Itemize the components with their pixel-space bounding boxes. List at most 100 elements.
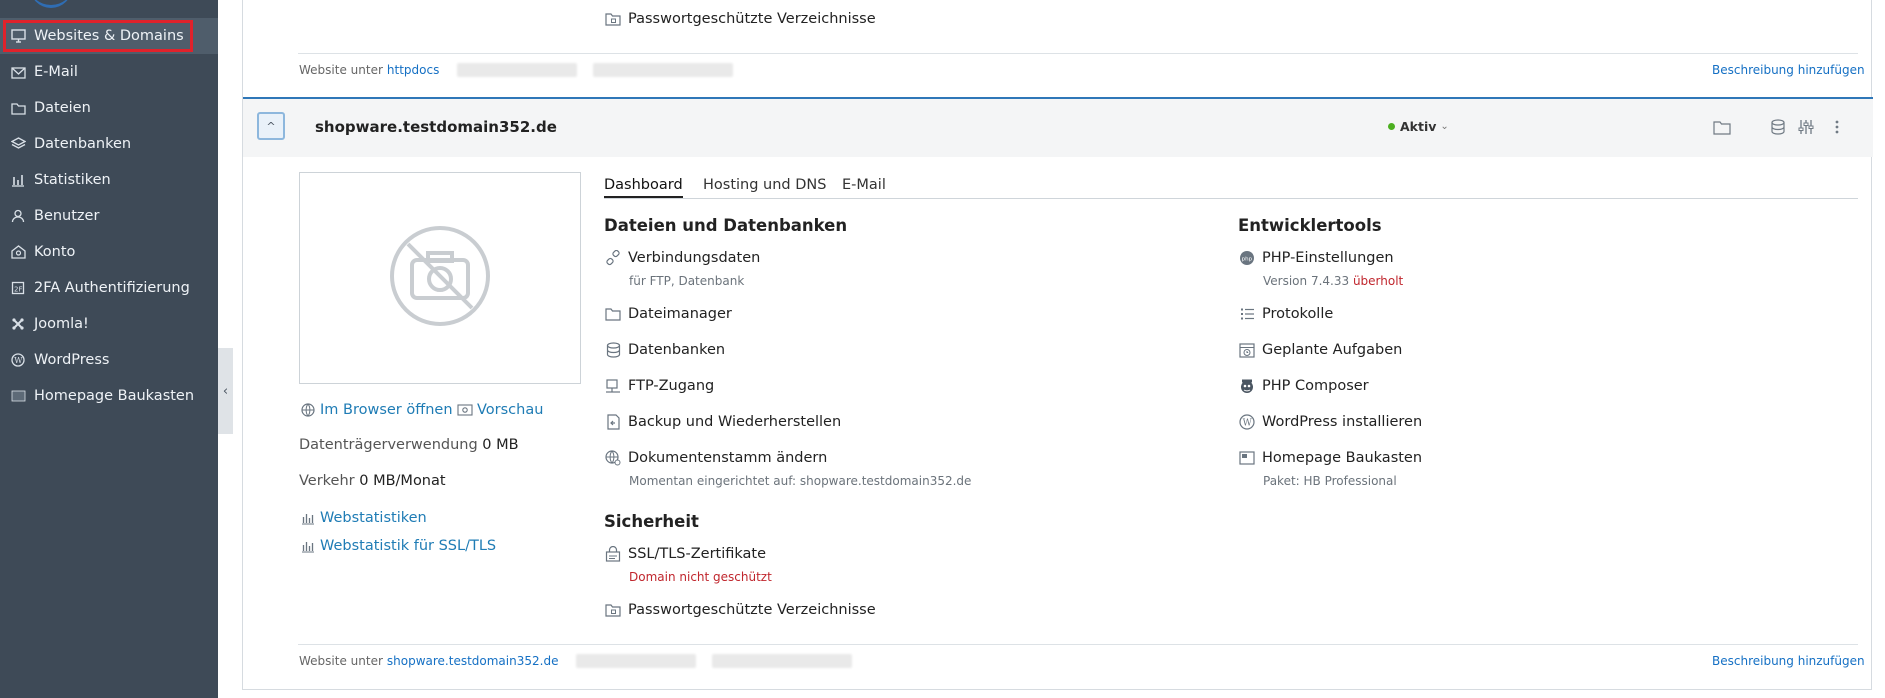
ftp-access-label: FTP-Zugang xyxy=(628,378,715,394)
footer-prefix: Website unter xyxy=(299,654,383,668)
status-dropdown[interactable]: Aktiv ⌄ xyxy=(1388,119,1449,134)
sidebar-item-datenbanken[interactable]: Datenbanken xyxy=(0,126,218,162)
disk-usage-label: Datenträgerverwendung xyxy=(299,437,478,453)
webstats-link[interactable]: Webstatistiken xyxy=(299,509,427,527)
site-preview-placeholder xyxy=(299,172,581,384)
domain-name: shopware.testdomain352.de xyxy=(315,118,557,136)
mail-icon xyxy=(10,64,26,80)
wordpress-icon: W xyxy=(1238,413,1256,431)
document-root-sub: Momentan eingerichtet auf: shopware.test… xyxy=(629,474,972,488)
wordpress-icon: W xyxy=(10,352,26,368)
php-settings-label: PHP-Einstellungen xyxy=(1262,250,1394,266)
sidebar-item-2fa[interactable]: 2F 2FA Authentifizierung xyxy=(0,270,218,306)
add-description-link[interactable]: Beschreibung hinzufügen xyxy=(1712,654,1865,668)
ftp-access-link[interactable]: FTP-Zugang xyxy=(604,377,714,395)
svg-text:php: php xyxy=(1242,257,1253,263)
locked-folder-icon xyxy=(604,601,622,619)
sidebar-item-label: Statistiken xyxy=(34,172,111,188)
sidebar-item-dateien[interactable]: Dateien xyxy=(0,90,218,126)
webstats-ssl-link[interactable]: Webstatistik für SSL/TLS xyxy=(299,537,496,555)
files-section-title: Dateien und Datenbanken xyxy=(604,216,848,235)
php-settings-link[interactable]: php PHP-Einstellungen xyxy=(1238,249,1394,267)
sidebar: Websites & Domains E-Mail Dateien Datenb… xyxy=(0,0,218,698)
php-composer-label: PHP Composer xyxy=(1262,378,1369,394)
divider xyxy=(298,53,1858,54)
connection-info-link[interactable]: Verbindungsdaten xyxy=(604,249,760,267)
joomla-icon xyxy=(10,316,26,332)
httpdocs-link[interactable]: httpdocs xyxy=(387,63,439,77)
more-options-icon[interactable] xyxy=(1827,117,1847,137)
tab-dashboard[interactable]: Dashboard xyxy=(604,177,683,198)
top-footer: Website unter httpdocs xyxy=(299,63,734,77)
document-root-link[interactable]: Dokumentenstamm ändern xyxy=(604,449,827,467)
disk-usage-value: 0 MB xyxy=(482,437,519,453)
top-add-description[interactable]: Beschreibung hinzufügen xyxy=(1712,63,1865,77)
divider xyxy=(298,644,1858,645)
status-label: Aktiv xyxy=(1400,119,1437,134)
php-version-info: Version 7.4.33 überholt xyxy=(1263,274,1403,288)
collapse-domain-button[interactable]: ^ xyxy=(257,112,285,140)
devtools-section-title: Entwicklertools xyxy=(1238,216,1382,235)
sidebar-item-email[interactable]: E-Mail xyxy=(0,54,218,90)
certificate-icon xyxy=(604,545,622,563)
bottom-add-description[interactable]: Beschreibung hinzufügen xyxy=(1712,654,1865,668)
sidebar-item-label: E-Mail xyxy=(34,64,78,80)
layers-icon xyxy=(10,136,26,152)
sidebar-item-homepage-baukasten[interactable]: Homepage Baukasten xyxy=(0,378,218,414)
tab-email[interactable]: E-Mail xyxy=(842,177,886,193)
sidebar-item-label: Datenbanken xyxy=(34,136,132,152)
redacted-info xyxy=(576,654,697,668)
logs-label: Protokolle xyxy=(1262,306,1334,322)
website-folder-link[interactable]: shopware.testdomain352.de xyxy=(387,654,559,668)
bar-chart-icon xyxy=(299,537,317,555)
tab-hosting-dns[interactable]: Hosting und DNS xyxy=(703,177,826,193)
add-description-link[interactable]: Beschreibung hinzufügen xyxy=(1712,63,1865,77)
ssl-certificates-link[interactable]: SSL/TLS-Zertifikate xyxy=(604,545,766,563)
file-manager-label: Dateimanager xyxy=(628,306,732,322)
homepage-builder-link[interactable]: Homepage Baukasten xyxy=(1238,449,1422,467)
sidebar-item-wordpress[interactable]: W WordPress xyxy=(0,342,218,378)
php-composer-link[interactable]: PHP Composer xyxy=(1238,377,1369,395)
connection-info-sub: für FTP, Datenbank xyxy=(629,274,745,288)
webstats-ssl-label: Webstatistik für SSL/TLS xyxy=(320,538,497,554)
builder-icon xyxy=(1238,449,1256,467)
backup-restore-link[interactable]: Backup und Wiederherstellen xyxy=(604,413,841,431)
databases-link[interactable]: Datenbanken xyxy=(604,341,725,359)
sidebar-item-label: Konto xyxy=(34,244,76,260)
sidebar-collapse-button[interactable]: ‹ xyxy=(218,348,233,434)
logs-link[interactable]: Protokolle xyxy=(1238,305,1333,323)
globe-settings-icon xyxy=(604,449,622,467)
sidebar-item-joomla[interactable]: Joomla! xyxy=(0,306,218,342)
sidebar-item-statistiken[interactable]: Statistiken xyxy=(0,162,218,198)
backup-restore-label: Backup und Wiederherstellen xyxy=(628,414,842,430)
calendar-clock-icon xyxy=(1238,341,1256,359)
redacted-info xyxy=(593,63,734,77)
account-icon xyxy=(10,244,26,260)
sidebar-item-websites-domains[interactable]: Websites & Domains xyxy=(0,18,218,54)
ssl-certificates-label: SSL/TLS-Zertifikate xyxy=(628,546,767,562)
preview-link[interactable]: Vorschau xyxy=(456,401,543,419)
sidebar-item-label: Dateien xyxy=(34,100,91,116)
settings-sliders-icon[interactable] xyxy=(1796,117,1816,137)
monitor-icon xyxy=(10,28,26,44)
open-in-browser-link[interactable]: Im Browser öffnen xyxy=(299,401,453,419)
folder-icon[interactable] xyxy=(1712,117,1732,137)
php-version: Version 7.4.33 xyxy=(1263,274,1350,288)
protected-dirs-top-link[interactable]: Passwortgeschützte Verzeichnisse xyxy=(604,10,876,28)
ftp-icon xyxy=(604,377,622,395)
sidebar-item-label: Websites & Domains xyxy=(34,28,184,44)
database-icon[interactable] xyxy=(1768,117,1788,137)
sidebar-item-label: 2FA Authentifizierung xyxy=(34,280,190,296)
protected-dirs-link[interactable]: Passwortgeschützte Verzeichnisse xyxy=(604,601,876,619)
globe-icon xyxy=(299,401,317,419)
install-wordpress-label: WordPress installieren xyxy=(1262,414,1423,430)
install-wordpress-link[interactable]: W WordPress installieren xyxy=(1238,413,1422,431)
security-section-title: Sicherheit xyxy=(604,512,699,531)
traffic-label: Verkehr xyxy=(299,473,355,489)
sidebar-item-konto[interactable]: Konto xyxy=(0,234,218,270)
open-in-browser-label: Im Browser öffnen xyxy=(320,402,453,418)
sidebar-item-benutzer[interactable]: Benutzer xyxy=(0,198,218,234)
file-manager-link[interactable]: Dateimanager xyxy=(604,305,732,323)
two-fa-icon: 2F xyxy=(10,280,26,296)
scheduled-tasks-link[interactable]: Geplante Aufgaben xyxy=(1238,341,1402,359)
